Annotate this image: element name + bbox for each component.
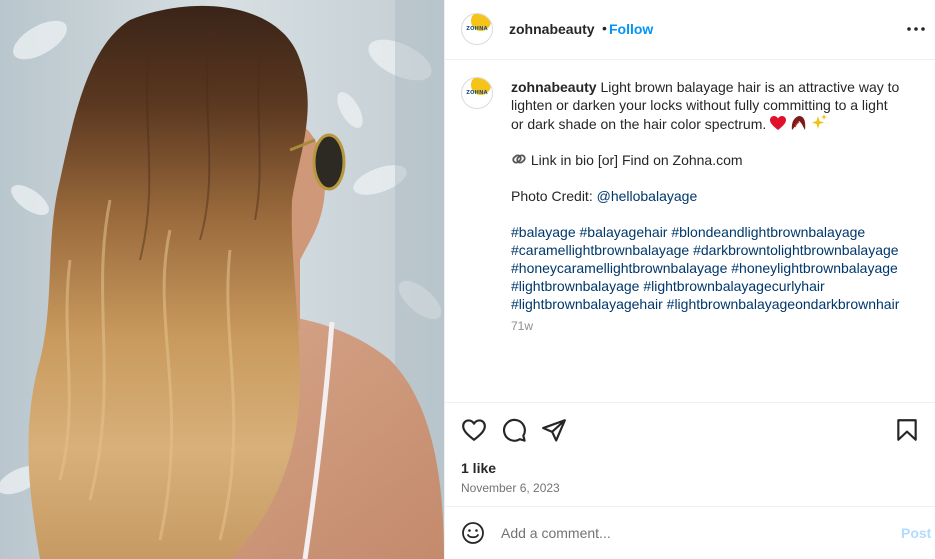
- caption-gap: [511, 133, 915, 151]
- comment-icon: [503, 418, 526, 442]
- comment-button[interactable]: [501, 417, 527, 443]
- caption-area: ZOHNA zohnabeauty Light brown balayage h…: [445, 61, 935, 401]
- instagram-post: ZOHNA zohnabeauty • Follow ZOHNA zohnabe…: [0, 0, 935, 559]
- header-username[interactable]: zohnabeauty: [509, 21, 595, 37]
- separator-dot: •: [602, 20, 607, 36]
- hair-emoji: [791, 116, 806, 130]
- caption-line-2: lighten or darken your locks without ful…: [511, 97, 888, 113]
- post-date[interactable]: November 6, 2023: [461, 481, 560, 495]
- hashtag-line: #lightbrownbalayagehair #lightbrownbalay…: [511, 295, 915, 313]
- link-in-bio-text: Link in bio [or] Find on Zohna.com: [530, 152, 743, 168]
- hashtag-line: #caramellightbrownbalayage #darkbrowntol…: [511, 241, 915, 259]
- avatar-brand-text: ZOHNA: [466, 90, 488, 96]
- hashtag-line-1[interactable]: #balayage #balayagehair #blondeandlightb…: [511, 224, 865, 240]
- more-options-button[interactable]: [905, 17, 927, 41]
- post-comment-button[interactable]: Post: [901, 525, 931, 541]
- share-icon: [542, 419, 566, 442]
- caption-text: zohnabeauty Light brown balayage hair is…: [511, 78, 915, 313]
- caption-link-line: Link in bio [or] Find on Zohna.com: [511, 151, 915, 169]
- credit-handle-link[interactable]: @hellobalayage: [597, 188, 698, 204]
- avatar-brand-text: ZOHNA: [466, 26, 488, 32]
- action-bar: 1 like November 6, 2023: [445, 402, 935, 506]
- caption-line-1-text: Light brown balayage hair is an attracti…: [596, 79, 900, 95]
- caption-avatar[interactable]: ZOHNA: [461, 77, 493, 109]
- like-button[interactable]: [461, 417, 487, 443]
- caption-gap: [511, 205, 915, 223]
- more-icon: [907, 27, 925, 31]
- caption-username[interactable]: zohnabeauty: [511, 79, 597, 95]
- bookmark-icon: [897, 419, 917, 441]
- share-button[interactable]: [541, 417, 567, 443]
- comment-input[interactable]: [501, 523, 881, 543]
- hashtag-line-4[interactable]: #lightbrownbalayage #lightbrownbalayagec…: [511, 278, 825, 294]
- hashtag-line-5[interactable]: #lightbrownbalayagehair #lightbrownbalay…: [511, 296, 899, 312]
- relative-time[interactable]: 71w: [511, 319, 533, 333]
- paperclip-icon: [512, 154, 526, 164]
- hashtag-line: #honeycaramellightbrownbalayage #honeyli…: [511, 259, 915, 277]
- smiley-icon: [462, 522, 484, 544]
- follow-button[interactable]: Follow: [609, 21, 653, 37]
- profile-avatar[interactable]: ZOHNA: [461, 13, 493, 45]
- likes-count[interactable]: 1 like: [461, 460, 496, 476]
- heart-icon: [462, 419, 486, 441]
- caption-gap: [511, 169, 915, 187]
- photo-credit-line: Photo Credit: @hellobalayage: [511, 187, 915, 205]
- caption-line-3: or dark shade on the hair color spectrum…: [511, 114, 915, 133]
- balayage-hair-photo: [0, 0, 444, 559]
- post-header: ZOHNA zohnabeauty • Follow: [445, 0, 935, 60]
- emoji-picker-button[interactable]: [461, 521, 485, 545]
- caption-line-3-text: or dark shade on the hair color spectrum…: [511, 116, 767, 132]
- photo-credit-label: Photo Credit:: [511, 188, 597, 204]
- caption-line-1: zohnabeauty Light brown balayage hair is…: [511, 78, 915, 96]
- hashtag-line-2[interactable]: #caramellightbrownbalayage #darkbrowntol…: [511, 242, 899, 258]
- comment-bar: Post: [445, 506, 935, 559]
- sparkles-emoji: [811, 114, 827, 129]
- hashtag-line: #lightbrownbalayage #lightbrownbalayagec…: [511, 277, 915, 295]
- hashtag-line-3[interactable]: #honeycaramellightbrownbalayage #honeyli…: [511, 260, 898, 276]
- post-sidebar: ZOHNA zohnabeauty • Follow ZOHNA zohnabe…: [444, 0, 935, 559]
- save-button[interactable]: [894, 417, 920, 443]
- heart-emoji: [770, 116, 787, 130]
- post-photo[interactable]: [0, 0, 444, 559]
- hashtag-line: #balayage #balayagehair #blondeandlightb…: [511, 223, 915, 241]
